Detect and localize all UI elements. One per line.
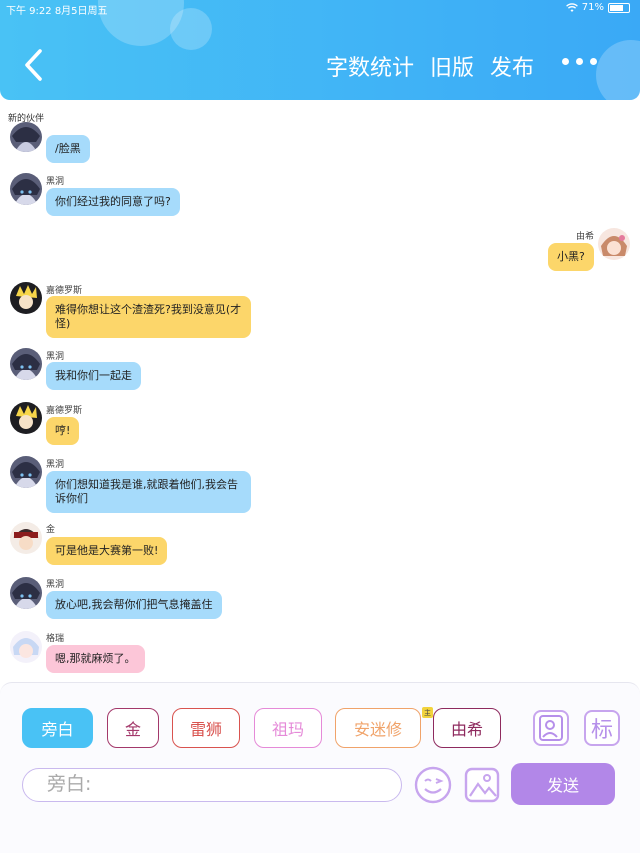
sender-name: 由希 bbox=[576, 232, 595, 242]
send-button[interactable]: 发送 bbox=[511, 763, 615, 805]
emoji-icon[interactable] bbox=[414, 766, 452, 804]
sender-name: 金 bbox=[46, 525, 56, 535]
sender-name: 黑洞 bbox=[46, 580, 65, 590]
message-line: 诉你们 bbox=[55, 492, 88, 505]
role-narrator-button[interactable]: 旁白 bbox=[22, 708, 93, 748]
message-bubble: 难得你想让这个渣渣死?我到没意见(才 怪) bbox=[46, 296, 251, 338]
decor-bubble bbox=[596, 40, 640, 100]
message-line: 你们想知道我是谁,就跟着他们,我会告 bbox=[55, 478, 238, 491]
message-bubble: /脸黑 bbox=[46, 135, 90, 163]
avatar-heidong[interactable] bbox=[10, 348, 42, 380]
role-jin-button[interactable]: 金 bbox=[107, 708, 159, 748]
person-card-icon bbox=[539, 715, 563, 741]
header-bar: 下午 9:22 8月5日周五 71% 字数统计 旧版 发布 bbox=[0, 0, 640, 100]
character-card-button[interactable] bbox=[533, 710, 569, 746]
battery-icon bbox=[608, 2, 630, 13]
message-bubble: 可是他是大赛第一败! bbox=[46, 537, 168, 565]
avatar-jiadeluosi[interactable] bbox=[10, 282, 42, 314]
message-bubble: 我和你们一起走 bbox=[46, 362, 141, 390]
avatar-heidong[interactable] bbox=[10, 456, 42, 488]
role-zuma-button[interactable]: 祖玛 bbox=[254, 708, 322, 748]
message-bubble: 你们想知道我是谁,就跟着他们,我会告 诉你们 bbox=[46, 471, 251, 513]
back-arrow-icon[interactable] bbox=[22, 48, 46, 82]
message-line: 怪) bbox=[55, 317, 71, 330]
battery-percent: 71% bbox=[581, 2, 604, 13]
old-version-button[interactable]: 旧版 bbox=[430, 50, 474, 82]
word-count-button[interactable]: 字数统计 bbox=[326, 50, 414, 82]
message-input[interactable]: 旁白: bbox=[22, 768, 402, 802]
avatar[interactable] bbox=[10, 122, 42, 152]
avatar-jin[interactable] bbox=[10, 522, 42, 554]
avatar-youxi[interactable] bbox=[598, 228, 630, 260]
image-icon[interactable] bbox=[463, 766, 501, 804]
sender-name: 格瑞 bbox=[46, 634, 65, 644]
tag-button[interactable]: 标 bbox=[584, 710, 620, 746]
more-options-icon[interactable] bbox=[562, 58, 597, 65]
avatar-jiadeluosi[interactable] bbox=[10, 402, 42, 434]
status-time: 下午 9:22 8月5日周五 bbox=[6, 6, 108, 17]
message-bubble: 小黑? bbox=[548, 243, 594, 271]
sender-name: 嘉德罗斯 bbox=[46, 286, 83, 296]
message-bubble: 放心吧,我会帮你们把气息掩盖住 bbox=[46, 591, 222, 619]
sender-name: 黑洞 bbox=[46, 352, 65, 362]
main-role-badge: 主 bbox=[422, 707, 433, 718]
status-indicators: 71% bbox=[565, 2, 630, 13]
publish-button[interactable]: 发布 bbox=[490, 50, 534, 82]
role-youxi-button[interactable]: 由希 bbox=[433, 708, 501, 748]
avatar-heidong[interactable] bbox=[10, 173, 42, 205]
message-line: 难得你想让这个渣渣死?我到没意见(才 bbox=[55, 303, 242, 316]
role-leishi-button[interactable]: 雷狮 bbox=[172, 708, 240, 748]
avatar-gerui[interactable] bbox=[10, 631, 42, 663]
avatar-heidong[interactable] bbox=[10, 577, 42, 609]
message-bubble: 你们经过我的同意了吗? bbox=[46, 188, 180, 216]
decor-bubble bbox=[170, 8, 212, 50]
sender-name: 黑洞 bbox=[46, 177, 65, 187]
message-bubble: 嗯,那就麻烦了。 bbox=[46, 645, 145, 673]
message-bubble: 哼! bbox=[46, 417, 80, 445]
sender-name: 黑洞 bbox=[46, 460, 65, 470]
role-anmixiu-button[interactable]: 安迷修 bbox=[335, 708, 421, 748]
wifi-icon bbox=[565, 2, 578, 12]
sender-name: 嘉德罗斯 bbox=[46, 406, 83, 416]
